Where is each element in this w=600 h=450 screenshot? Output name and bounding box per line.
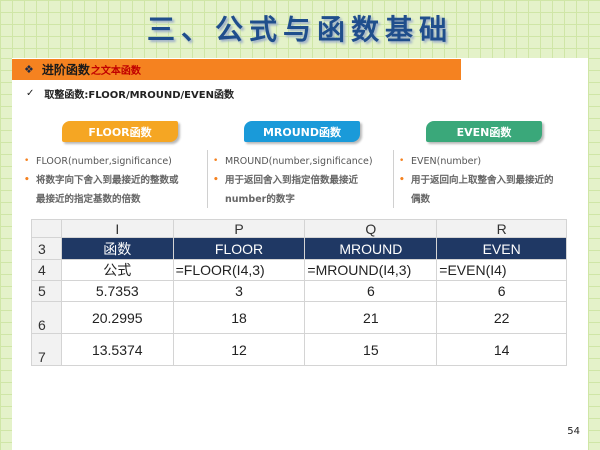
even-syntax: • EVEN(number): [399, 156, 482, 167]
floor-function-label-text: FLOOR函数: [88, 125, 152, 139]
mround-function-label-text: MROUND函数: [262, 125, 342, 139]
corner-cell[interactable]: [31, 219, 62, 238]
table-cell[interactable]: EVEN: [436, 237, 567, 260]
section-subtitle: 之文本函数: [90, 66, 141, 77]
column-divider: [207, 150, 208, 208]
column-divider: [393, 150, 394, 208]
floor-desc: • 将数字向下舍入到最接近的整数或: [24, 175, 179, 186]
floor-syntax: • FLOOR(number,significance): [24, 156, 172, 167]
table-cell[interactable]: 3: [172, 280, 306, 302]
column-header-q[interactable]: Q: [304, 219, 438, 238]
mround-desc: • 用于返回舍入到指定倍数最接近: [213, 175, 359, 186]
right-grid-strip: [588, 58, 600, 450]
slide-title: 三、公式与函数基础: [146, 13, 453, 46]
table-cell[interactable]: 21: [304, 301, 438, 334]
mround-function-label: MROUND函数: [244, 121, 360, 142]
table-row: 6 20.2995 18 21 22: [31, 301, 567, 334]
spreadsheet-table: I P Q R 3 函数 FLOOR MROUND EVEN 4 公式 =FLO…: [31, 219, 567, 366]
table-cell[interactable]: 15: [304, 333, 438, 366]
column-header-r[interactable]: R: [436, 219, 567, 238]
table-cell[interactable]: =EVEN(I4): [436, 259, 567, 281]
table-cell[interactable]: 6: [436, 280, 567, 302]
table-cell[interactable]: 14: [436, 333, 567, 366]
table-cell[interactable]: FLOOR: [172, 237, 306, 260]
table-cell[interactable]: =FLOOR(I4,3): [172, 259, 306, 281]
mround-syntax: • MROUND(number,significance): [213, 156, 373, 167]
table-row: 4 公式 =FLOOR(I4,3) =MROUND(I4,3) =EVEN(I4…: [31, 259, 567, 281]
column-header-p[interactable]: P: [172, 219, 306, 238]
row-number[interactable]: 4: [31, 259, 62, 281]
table-row: 5 5.7353 3 6 6: [31, 280, 567, 302]
row-number[interactable]: 3: [31, 237, 62, 260]
subheading-text: 取整函数:FLOOR/MROUND/EVEN函数: [44, 90, 234, 101]
column-header-i[interactable]: I: [60, 219, 174, 238]
table-cell[interactable]: 18: [172, 301, 306, 334]
table-cell[interactable]: 公式: [60, 259, 174, 281]
table-cell[interactable]: 20.2995: [60, 301, 174, 334]
even-desc: • 用于返回向上取整舍入到最接近的: [399, 175, 554, 186]
table-cell[interactable]: MROUND: [304, 237, 438, 260]
floor-function-label: FLOOR函数: [62, 121, 178, 142]
even-desc-cont: 偶数: [411, 194, 431, 205]
even-function-label-text: EVEN函数: [456, 125, 512, 139]
table-row: 3 函数 FLOOR MROUND EVEN: [31, 237, 567, 260]
row-number[interactable]: 7: [31, 333, 62, 366]
checkmark-icon: ✓: [26, 88, 35, 99]
row-number[interactable]: 5: [31, 280, 62, 302]
even-function-label: EVEN函数: [426, 121, 542, 142]
section-bar: ❖ 进阶函数 之文本函数: [12, 59, 461, 80]
column-header-row: I P Q R: [31, 219, 567, 238]
floor-desc-cont: 最接近的指定基数的倍数: [36, 194, 141, 205]
table-cell[interactable]: =MROUND(I4,3): [304, 259, 438, 281]
even-description: • EVEN(number) • 用于返回向上取整舍入到最接近的 偶数: [399, 152, 579, 209]
floor-description: • FLOOR(number,significance) • 将数字向下舍入到最接近…: [24, 152, 204, 209]
row-number[interactable]: 6: [31, 301, 62, 334]
diamond-bullet-icon: ❖: [24, 63, 34, 76]
table-cell[interactable]: 函数: [60, 237, 174, 260]
mround-description: • MROUND(number,significance) • 用于返回舍入到指定倍…: [213, 152, 393, 209]
left-grid-strip: [0, 58, 12, 450]
section-title: 进阶函数: [41, 63, 90, 77]
page-number: 54: [567, 426, 580, 437]
table-cell[interactable]: 5.7353: [60, 280, 174, 302]
table-cell[interactable]: 13.5374: [60, 333, 174, 366]
subheading: ✓ 取整函数:FLOOR/MROUND/EVEN函数: [26, 86, 234, 101]
mround-desc-cont: number的数字: [225, 194, 295, 205]
table-cell[interactable]: 12: [172, 333, 306, 366]
table-cell[interactable]: 6: [304, 280, 438, 302]
table-cell[interactable]: 22: [436, 301, 567, 334]
table-row: 7 13.5374 12 15 14: [31, 333, 567, 366]
